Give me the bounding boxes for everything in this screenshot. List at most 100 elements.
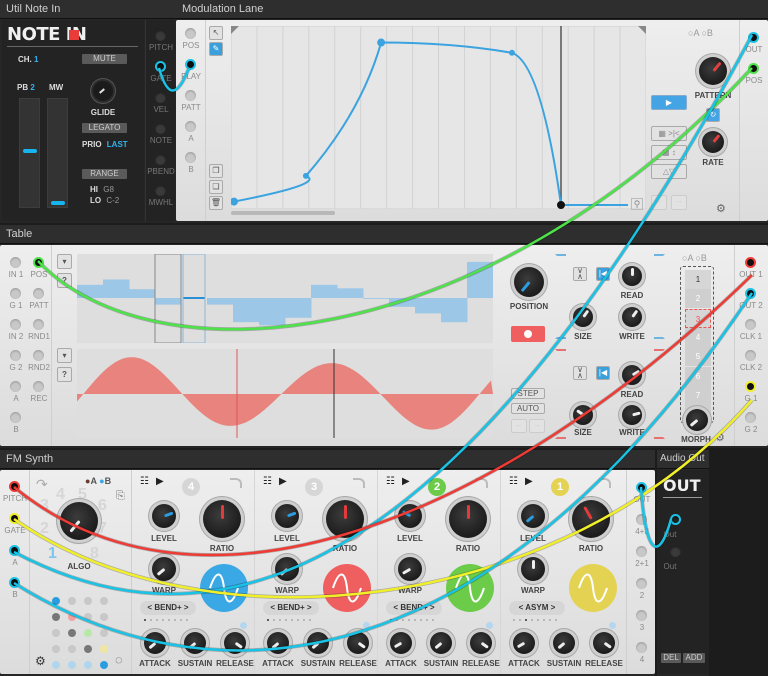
waveform-display[interactable] [446, 564, 494, 612]
table-step[interactable] [207, 298, 234, 305]
table-out-jack-clk1[interactable] [745, 319, 756, 330]
fm-out-jack[interactable] [636, 578, 647, 589]
algo-matrix-dot[interactable] [84, 661, 92, 669]
level-knob[interactable] [398, 504, 422, 528]
algo-matrix-dot[interactable] [84, 629, 92, 637]
size-knob-bottom[interactable] [573, 405, 593, 425]
attack-knob[interactable] [267, 632, 289, 654]
sustain-knob[interactable] [184, 632, 206, 654]
table-step[interactable] [389, 298, 416, 307]
pattern-knob[interactable] [699, 57, 727, 85]
table-step[interactable] [155, 298, 182, 305]
quantize-button-top[interactable]: ▾ [57, 254, 72, 269]
note-out-jack-pbend[interactable] [155, 154, 166, 165]
table-out-jack-out2[interactable] [745, 288, 756, 299]
note-out-jack-mwhl[interactable] [155, 185, 166, 196]
warp-knob[interactable] [275, 557, 299, 581]
attack-knob[interactable] [390, 632, 412, 654]
slot-7[interactable]: 7 [685, 385, 711, 405]
table-in-jack-g1[interactable] [10, 288, 21, 299]
mod-lane-scrollbar[interactable] [231, 211, 335, 215]
algo-matrix-dot[interactable] [84, 613, 92, 621]
legato-button[interactable]: LEGATO [82, 123, 127, 133]
read-knob-bottom[interactable] [622, 365, 642, 385]
fm-out-jack[interactable] [636, 546, 647, 557]
algo-matrix-dot[interactable] [100, 613, 108, 621]
paste-icon[interactable]: ❏ [209, 180, 223, 194]
note-out-jack-gate[interactable] [155, 61, 166, 72]
reverse-button-top[interactable]: ∨ ∧ [573, 267, 587, 281]
algo-ab-selector[interactable]: ●A ●B [85, 476, 111, 486]
algo-matrix-dot[interactable] [68, 661, 76, 669]
step-table-display[interactable] [77, 254, 493, 343]
curve-point[interactable] [508, 49, 515, 56]
trash-icon[interactable]: 🗑 [209, 196, 223, 210]
note-out-jack-note[interactable] [155, 123, 166, 134]
algo-matrix-dot[interactable] [100, 597, 108, 605]
slot-6[interactable]: 6 [685, 366, 711, 386]
pitch-bend-handle[interactable] [23, 149, 37, 153]
table-in-jack-in1[interactable] [10, 257, 21, 268]
prev-button[interactable]: ← [651, 195, 667, 210]
play-trigger-icon[interactable]: ▶ [402, 476, 410, 487]
select-tool-button[interactable]: ↖ [209, 26, 223, 40]
curve-point[interactable] [302, 172, 309, 179]
warp-knob[interactable] [521, 557, 545, 581]
ab-selector[interactable]: ○A ○B [688, 28, 713, 38]
glide-knob[interactable] [93, 81, 113, 101]
table-out-jack-clk2[interactable] [745, 350, 756, 361]
keyboard-icon[interactable]: ☷ [509, 476, 518, 487]
play-trigger-icon[interactable]: ▶ [525, 476, 533, 487]
mod-lane-in-jack-play[interactable] [185, 59, 196, 70]
table-step[interactable] [415, 298, 442, 314]
fm-in-jack-gate[interactable] [9, 513, 20, 524]
table-out-jack-g1[interactable] [745, 381, 756, 392]
table-step[interactable] [363, 298, 390, 299]
sustain-knob[interactable] [307, 632, 329, 654]
fm-in-jack-b[interactable] [9, 577, 20, 588]
play-trigger-icon[interactable]: ▶ [279, 476, 287, 487]
pitch-bend-slider[interactable] [19, 98, 40, 208]
waveform-display[interactable] [200, 564, 248, 612]
algo-matrix-dot[interactable] [100, 645, 108, 653]
table-step[interactable] [311, 284, 338, 298]
wave-table-display[interactable] [77, 349, 493, 438]
table-out-jack-out1[interactable] [745, 257, 756, 268]
table-step[interactable] [441, 298, 468, 323]
range-hi[interactable]: HI G8 [90, 185, 114, 194]
table-step[interactable] [233, 298, 260, 323]
table-in-jack-patt[interactable] [33, 288, 44, 299]
slot-1[interactable]: 1 [685, 270, 711, 289]
settings-icon[interactable]: ⚙ [35, 654, 46, 668]
forward-button[interactable]: → [529, 419, 545, 433]
help-button-top[interactable]: ? [57, 273, 72, 288]
sustain-knob[interactable] [553, 632, 575, 654]
keyboard-icon[interactable]: ☷ [140, 476, 149, 487]
channel[interactable]: CH. 1 [18, 55, 38, 64]
release-knob[interactable] [224, 632, 246, 654]
waveshape-selector[interactable]: < BEND+ > [140, 601, 196, 615]
table-in-jack-rnd1[interactable] [33, 319, 44, 330]
write-knob-bottom[interactable] [622, 405, 642, 425]
audio-out-port-2[interactable] [670, 546, 681, 557]
fm-out-jack[interactable] [636, 610, 647, 621]
curve-point[interactable] [377, 38, 386, 47]
algo-matrix-dot[interactable] [52, 661, 60, 669]
algo-matrix-dot[interactable] [68, 629, 76, 637]
keyboard-icon[interactable]: ☷ [263, 476, 272, 487]
table-in-jack-a[interactable] [10, 381, 21, 392]
slot-3[interactable]: 3 [685, 308, 711, 328]
waveform-display[interactable] [569, 564, 617, 612]
algo-matrix-dot[interactable] [52, 613, 60, 621]
note-out-jack-pitch[interactable] [155, 30, 166, 41]
zoom-icon[interactable]: ⚲ [631, 198, 643, 210]
table-in-jack-rnd2[interactable] [33, 350, 44, 361]
release-knob[interactable] [347, 632, 369, 654]
write-knob-top[interactable] [622, 307, 642, 327]
table-step[interactable] [129, 289, 156, 298]
algo-matrix-dot[interactable] [52, 597, 60, 605]
step-button[interactable]: STEP [511, 388, 545, 399]
record-indicator[interactable] [69, 30, 79, 40]
record-button[interactable] [511, 326, 545, 342]
position-knob[interactable] [514, 267, 544, 297]
